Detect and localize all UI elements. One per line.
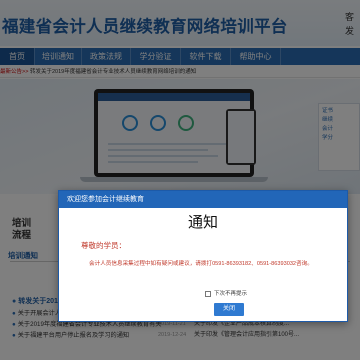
- dialog-title: 通知: [187, 214, 218, 231]
- dialog-greeting: 尊敬的学员：: [81, 241, 126, 250]
- dialog-header: 欢迎您参加会计继续教育: [59, 191, 347, 208]
- dont-show-again-checkbox[interactable]: [205, 291, 211, 297]
- dialog-message: 会计人员信息采集过程中如有疑问或建议，请拨打0591-86393182、0591…: [89, 261, 313, 267]
- dialog-header-text: 欢迎您参加会计继续教育: [67, 196, 144, 203]
- close-button[interactable]: 关闭: [214, 303, 244, 316]
- dont-show-again-label[interactable]: 下次不再提示: [214, 290, 247, 299]
- notice-dialog: 欢迎您参加会计继续教育 通知 尊敬的学员： 会计人员信息采集过程中如有疑问或建议…: [58, 190, 348, 322]
